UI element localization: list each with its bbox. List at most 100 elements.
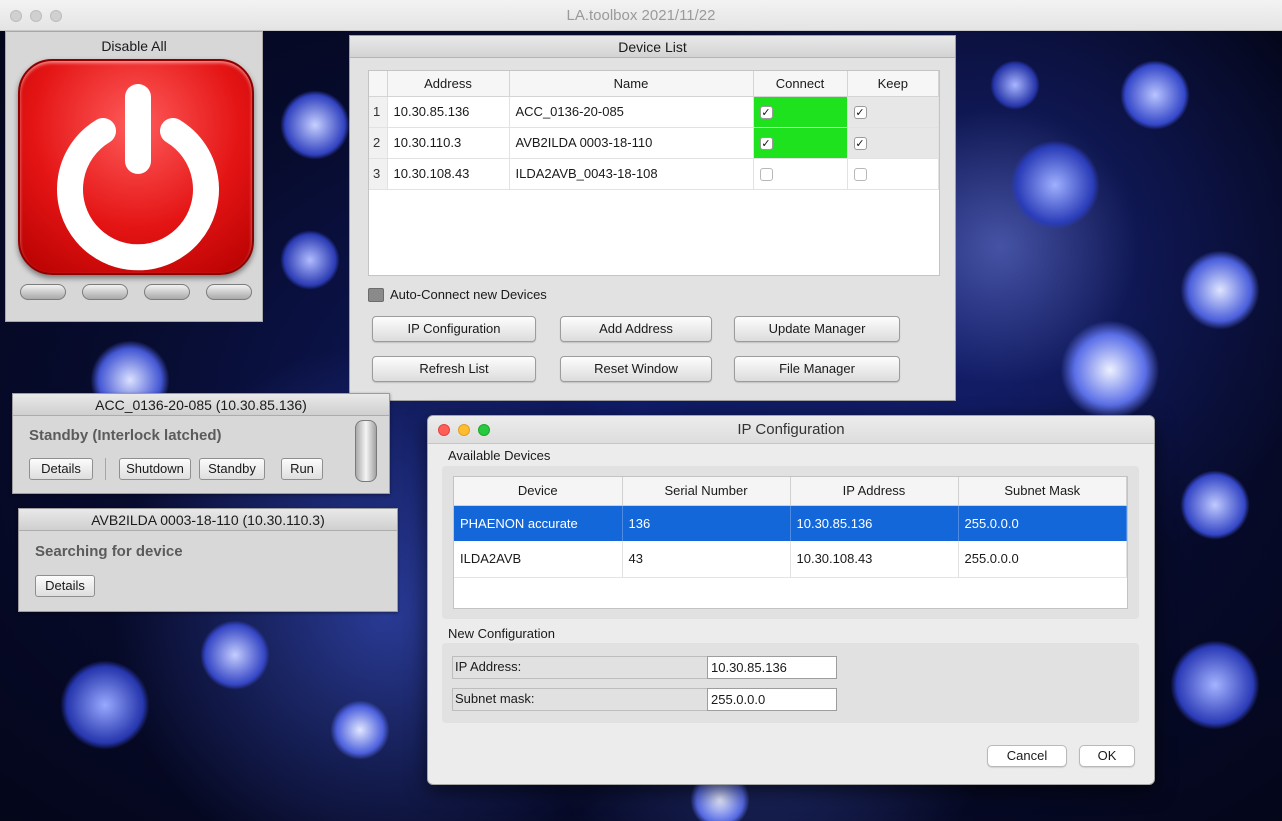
disable-all-title: Disable All — [101, 38, 167, 54]
power-icon — [57, 84, 219, 271]
ip-configuration-button[interactable]: IP Configuration — [372, 316, 536, 342]
keep-cell: ✓ — [847, 96, 939, 128]
close-window-button[interactable] — [10, 10, 22, 22]
minimize-window-button[interactable] — [30, 10, 42, 22]
column-header-address[interactable]: Address — [387, 71, 510, 97]
row-number: 2 — [369, 127, 388, 159]
auto-connect-toggle[interactable]: Auto-Connect new Devices — [368, 287, 547, 302]
keep-cell: ✓ — [847, 127, 939, 159]
available-devices-table: Device Serial Number IP Address Subnet M… — [453, 476, 1128, 609]
standby-button[interactable]: Standby — [199, 458, 265, 480]
file-manager-button[interactable]: File Manager — [734, 356, 900, 382]
column-header-keep[interactable]: Keep — [847, 71, 939, 97]
connect-cell — [753, 158, 848, 190]
acc-details-button[interactable]: Details — [29, 458, 93, 480]
zoom-window-button[interactable] — [50, 10, 62, 22]
acc-status-text: Standby (Interlock latched) — [29, 427, 222, 444]
table-row[interactable]: 2 10.30.110.3 AVB2ILDA 0003-18-110 ✓ ✓ — [369, 127, 939, 159]
name-cell: ILDA2AVB_0043-18-108 — [509, 158, 754, 190]
disable-all-panel: Disable All — [5, 31, 263, 322]
subnet-mask-label: Subnet mask: — [455, 691, 535, 706]
row-number-header — [369, 71, 388, 97]
connect-checkbox[interactable]: ✓ — [759, 106, 773, 120]
name-cell: AVB2ILDA 0003-18-110 — [509, 127, 754, 159]
ip-dialog-title-bar: IP Configuration — [428, 416, 1154, 444]
table-row[interactable]: 3 10.30.108.43 ILDA2AVB_0043-18-108 — [369, 158, 939, 190]
table-row[interactable]: 1 10.30.85.136 ACC_0136-20-085 ✓ ✓ — [369, 96, 939, 128]
available-devices-label: Available Devices — [448, 448, 551, 463]
avb-details-button[interactable]: Details — [35, 575, 95, 597]
reset-window-button[interactable]: Reset Window — [560, 356, 712, 382]
refresh-list-button[interactable]: Refresh List — [372, 356, 536, 382]
keep-checkbox[interactable]: ✓ — [853, 106, 867, 120]
acc-status-window: ACC_0136-20-085 (10.30.85.136) Standby (… — [12, 393, 390, 494]
ip-address-label: IP Address: — [455, 659, 522, 674]
keep-cell — [847, 158, 939, 190]
new-configuration-group — [442, 643, 1139, 723]
serial-cell: 43 — [622, 541, 791, 578]
connect-cell: ✓ — [753, 96, 848, 128]
button-separator — [105, 458, 106, 480]
main-title-bar: LA.toolbox 2021/11/22 — [0, 0, 1282, 31]
auto-connect-checkbox[interactable] — [368, 287, 384, 302]
device-cell: PHAENON accurate — [454, 505, 623, 541]
table-row-selected[interactable]: PHAENON accurate 136 10.30.85.136 255.0.… — [454, 505, 1127, 541]
column-header-connect[interactable]: Connect — [753, 71, 848, 97]
disable-all-button[interactable] — [18, 59, 254, 275]
ok-button[interactable]: OK — [1079, 745, 1135, 767]
address-cell: 10.30.108.43 — [387, 158, 510, 190]
update-manager-button[interactable]: Update Manager — [734, 316, 900, 342]
column-header-subnet[interactable]: Subnet Mask — [958, 477, 1127, 506]
device-cell: ILDA2AVB — [454, 541, 623, 578]
indicator-pill — [82, 284, 128, 300]
address-cell: 10.30.110.3 — [387, 127, 510, 159]
row-number: 1 — [369, 96, 388, 128]
shutdown-button[interactable]: Shutdown — [119, 458, 191, 480]
zoom-dialog-button[interactable] — [478, 424, 490, 436]
mask-cell: 255.0.0.0 — [958, 505, 1127, 541]
column-header-device[interactable]: Device — [454, 477, 623, 506]
column-header-ip[interactable]: IP Address — [790, 477, 959, 506]
auto-connect-label: Auto-Connect new Devices — [390, 287, 547, 302]
connect-checkbox[interactable] — [759, 168, 773, 182]
cancel-button[interactable]: Cancel — [987, 745, 1067, 767]
subnet-mask-row: Subnet mask: 255.0.0.0 — [452, 688, 839, 711]
column-header-serial[interactable]: Serial Number — [622, 477, 791, 506]
close-dialog-button[interactable] — [438, 424, 450, 436]
indicator-pill — [206, 284, 252, 300]
ip-address-input[interactable]: 10.30.85.136 — [707, 656, 837, 679]
device-list-panel: Device List Address Name Connect Keep 1 … — [349, 35, 956, 401]
name-cell: ACC_0136-20-085 — [509, 96, 754, 128]
new-configuration-label: New Configuration — [448, 626, 555, 641]
column-header-name[interactable]: Name — [509, 71, 754, 97]
serial-cell: 136 — [622, 505, 791, 541]
add-address-button[interactable]: Add Address — [560, 316, 712, 342]
avb-status-title: AVB2ILDA 0003-18-110 (10.30.110.3) — [19, 509, 397, 531]
row-number: 3 — [369, 158, 388, 190]
minimize-dialog-button[interactable] — [458, 424, 470, 436]
indicator-pill — [144, 284, 190, 300]
device-toggle-switch[interactable] — [355, 420, 377, 482]
mask-cell: 255.0.0.0 — [958, 541, 1127, 578]
dialog-window-controls — [438, 424, 490, 436]
address-cell: 10.30.85.136 — [387, 96, 510, 128]
device-list-title: Device List — [350, 36, 955, 58]
ip-cell: 10.30.108.43 — [790, 541, 959, 578]
table-row[interactable]: ILDA2AVB 43 10.30.108.43 255.0.0.0 — [454, 541, 1127, 578]
indicator-pills — [20, 284, 252, 300]
ip-address-row: IP Address: 10.30.85.136 — [452, 656, 839, 679]
indicator-pill — [20, 284, 66, 300]
keep-checkbox[interactable] — [853, 168, 867, 182]
ip-dialog-title: IP Configuration — [737, 421, 845, 438]
keep-checkbox[interactable]: ✓ — [853, 137, 867, 151]
ip-cell: 10.30.85.136 — [790, 505, 959, 541]
device-table: Address Name Connect Keep 1 10.30.85.136… — [368, 70, 940, 276]
run-button[interactable]: Run — [281, 458, 323, 480]
acc-status-title: ACC_0136-20-085 (10.30.85.136) — [13, 394, 389, 416]
ip-configuration-dialog: IP Configuration Available Devices Devic… — [427, 415, 1155, 785]
avb-status-text: Searching for device — [35, 543, 183, 560]
connect-cell: ✓ — [753, 127, 848, 159]
connect-checkbox[interactable]: ✓ — [759, 137, 773, 151]
window-controls — [10, 10, 62, 22]
subnet-mask-input[interactable]: 255.0.0.0 — [707, 688, 837, 711]
